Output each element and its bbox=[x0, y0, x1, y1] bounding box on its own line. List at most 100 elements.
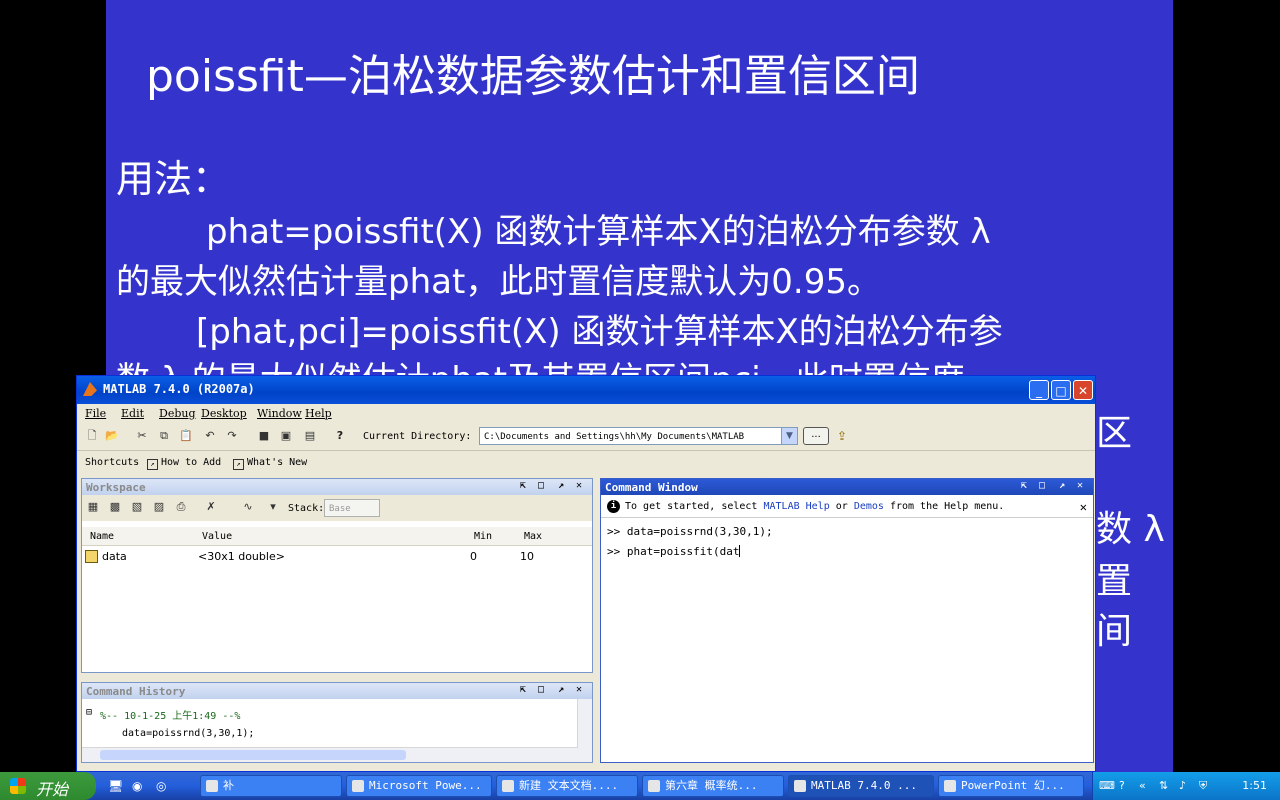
volume-icon[interactable]: ♪ bbox=[1179, 779, 1186, 792]
taskbar-item-label: 补 bbox=[223, 779, 234, 792]
slide-title: poissfit—泊松数据参数估计和置信区间 bbox=[146, 51, 920, 102]
command-output[interactable]: >> data=poissrnd(3,30,1); >> phat=poissf… bbox=[607, 525, 773, 565]
command-line-current[interactable]: >> phat=poissfit(dat bbox=[607, 545, 773, 565]
save-icon[interactable]: ▨ bbox=[152, 500, 166, 514]
browser-icon[interactable]: ◎ bbox=[156, 779, 166, 793]
slide-text-fragment: 区 bbox=[1096, 413, 1133, 454]
clock: 1:51 bbox=[1242, 779, 1267, 792]
word-icon bbox=[648, 780, 660, 792]
cut-icon[interactable]: ✂ bbox=[135, 429, 149, 443]
simulink-icon[interactable]: ■ bbox=[257, 429, 271, 443]
taskbar-item[interactable]: PowerPoint 幻... bbox=[938, 775, 1084, 797]
table-row[interactable]: data <30x1 double> 0 10 bbox=[82, 549, 592, 565]
redo-icon[interactable]: ↷ bbox=[225, 429, 239, 443]
undock-icon[interactable]: ⇱ bbox=[520, 480, 526, 491]
taskbar-item[interactable]: Microsoft Powe... bbox=[346, 775, 492, 797]
maximize-icon[interactable]: □ bbox=[1039, 480, 1045, 491]
column-header-min[interactable]: Min bbox=[474, 531, 492, 542]
chevron-down-icon[interactable]: ▾ bbox=[266, 500, 280, 514]
list-item[interactable]: data=poissrnd(3,30,1); bbox=[122, 728, 254, 739]
paste-icon[interactable]: 📋 bbox=[179, 429, 193, 443]
start-button[interactable]: 开始 bbox=[0, 772, 96, 800]
help-icon[interactable]: ? bbox=[1119, 779, 1125, 792]
close-icon[interactable]: ✕ bbox=[576, 480, 582, 491]
banner-text-suffix: from the Help menu. bbox=[883, 501, 1005, 512]
shortcut-how-to-add[interactable]: ↗ How to Add bbox=[147, 457, 221, 470]
menu-edit[interactable]: Edit bbox=[121, 407, 144, 420]
taskbar-item[interactable]: 第六章 概率统... bbox=[642, 775, 784, 797]
minimize-button[interactable]: _ bbox=[1029, 380, 1049, 400]
help-icon[interactable]: ? bbox=[333, 429, 347, 443]
profiler-icon[interactable]: ▤ bbox=[303, 429, 317, 443]
pin-icon[interactable]: ↗ bbox=[558, 684, 564, 695]
taskbar-item[interactable]: 补 bbox=[200, 775, 342, 797]
column-header-max[interactable]: Max bbox=[524, 531, 542, 542]
undock-icon[interactable]: ⇱ bbox=[1021, 480, 1027, 491]
taskbar-item[interactable]: 新建 文本文档.... bbox=[496, 775, 638, 797]
browse-button[interactable]: ... bbox=[803, 427, 829, 445]
taskbar-item-active[interactable]: MATLAB 7.4.0 ... bbox=[788, 775, 934, 797]
close-icon[interactable]: ✕ bbox=[576, 684, 582, 695]
keyboard-icon[interactable]: ⌨ bbox=[1099, 779, 1115, 792]
close-icon[interactable]: ✕ bbox=[1080, 500, 1087, 514]
show-desktop-icon[interactable]: 🖥 bbox=[108, 779, 123, 793]
vertical-scrollbar[interactable] bbox=[577, 699, 592, 748]
maximize-button[interactable]: □ bbox=[1051, 380, 1071, 400]
print-icon[interactable]: ⎙ bbox=[174, 500, 188, 514]
shortcuts-label: Shortcuts bbox=[85, 457, 140, 468]
menu-file[interactable]: File bbox=[85, 407, 106, 420]
new-variable-icon[interactable]: ▦ bbox=[86, 500, 100, 514]
workspace-header: Workspace ⇱ □ ↗ ✕ bbox=[82, 479, 592, 495]
stack-select[interactable]: Base bbox=[324, 499, 380, 517]
command-history-panel: Command History ⇱ □ ↗ ✕ ⊟ %-- 10-1-25 上午… bbox=[81, 682, 593, 763]
pin-icon[interactable]: ↗ bbox=[1059, 480, 1065, 491]
slide-text-line: [phat,pci]=poissfit(X) 函数计算样本X的泊松分布参 bbox=[196, 312, 1003, 352]
variable-value: <30x1 double> bbox=[198, 550, 285, 563]
title-bar[interactable]: MATLAB 7.4.0 (R2007a) _ □ ✕ bbox=[77, 376, 1095, 404]
undock-icon[interactable]: ⇱ bbox=[520, 684, 526, 695]
chevron-left-icon[interactable]: « bbox=[1139, 779, 1146, 792]
current-directory-input[interactable]: C:\Documents and Settings\hh\My Document… bbox=[479, 427, 785, 445]
maximize-icon[interactable]: □ bbox=[538, 684, 544, 695]
plot-icon[interactable]: ∿ bbox=[234, 500, 262, 514]
taskbar-item-label: MATLAB 7.4.0 ... bbox=[811, 779, 917, 792]
delete-icon[interactable]: ✗ bbox=[204, 500, 218, 514]
shortcut-label: What's New bbox=[247, 457, 308, 468]
open-variable-icon[interactable]: ▩ bbox=[108, 500, 122, 514]
menu-desktop[interactable]: Desktop bbox=[201, 407, 247, 420]
import-data-icon[interactable]: ▧ bbox=[130, 500, 144, 514]
guide-icon[interactable]: ▣ bbox=[279, 429, 293, 443]
undo-icon[interactable]: ↶ bbox=[203, 429, 217, 443]
security-shield-icon[interactable]: ⛨ bbox=[1199, 779, 1207, 793]
menu-window[interactable]: Window bbox=[257, 407, 302, 420]
demos-link[interactable]: Demos bbox=[854, 501, 884, 512]
taskbar-item-label: 新建 文本文档.... bbox=[519, 779, 619, 792]
new-file-icon[interactable]: 🗋 bbox=[85, 429, 99, 443]
network-icon[interactable]: ⇅ bbox=[1159, 779, 1168, 792]
scrollbar-thumb[interactable] bbox=[100, 750, 406, 760]
pin-icon[interactable]: ↗ bbox=[558, 480, 564, 491]
command-window-panel: Command Window ⇱ □ ↗ ✕ i To get started,… bbox=[600, 478, 1094, 763]
open-folder-icon[interactable]: 📂 bbox=[105, 429, 119, 443]
matlab-help-link[interactable]: MATLAB Help bbox=[763, 501, 829, 512]
maximize-icon[interactable]: □ bbox=[538, 480, 544, 491]
close-button[interactable]: ✕ bbox=[1073, 380, 1093, 400]
horizontal-scrollbar[interactable] bbox=[82, 747, 592, 762]
menu-help[interactable]: Help bbox=[305, 407, 332, 420]
shortcut-whats-new[interactable]: ↗ What's New bbox=[233, 457, 307, 470]
powerpoint-icon bbox=[944, 780, 956, 792]
shortcut-icon: ↗ bbox=[233, 459, 244, 470]
banner-text-mid: or bbox=[829, 501, 854, 512]
collapse-icon[interactable]: ⊟ bbox=[86, 707, 92, 718]
copy-icon[interactable]: ⧉ bbox=[157, 429, 171, 443]
column-header-value[interactable]: Value bbox=[202, 531, 232, 542]
media-icon[interactable]: ◉ bbox=[132, 779, 142, 793]
taskbar-item-label: PowerPoint 幻... bbox=[961, 779, 1065, 792]
toolbar: 🗋 📂 ✂ ⧉ 📋 ↶ ↷ ■ ▣ ▤ ? Current Directory:… bbox=[77, 424, 1095, 451]
folder-up-icon[interactable]: ⇪ bbox=[837, 429, 853, 443]
command-line: >> data=poissrnd(3,30,1); bbox=[607, 525, 773, 538]
column-header-name[interactable]: Name bbox=[90, 531, 114, 542]
close-icon[interactable]: ✕ bbox=[1077, 480, 1083, 491]
chevron-down-icon[interactable]: ▼ bbox=[781, 427, 798, 445]
menu-debug[interactable]: Debug bbox=[159, 407, 196, 420]
